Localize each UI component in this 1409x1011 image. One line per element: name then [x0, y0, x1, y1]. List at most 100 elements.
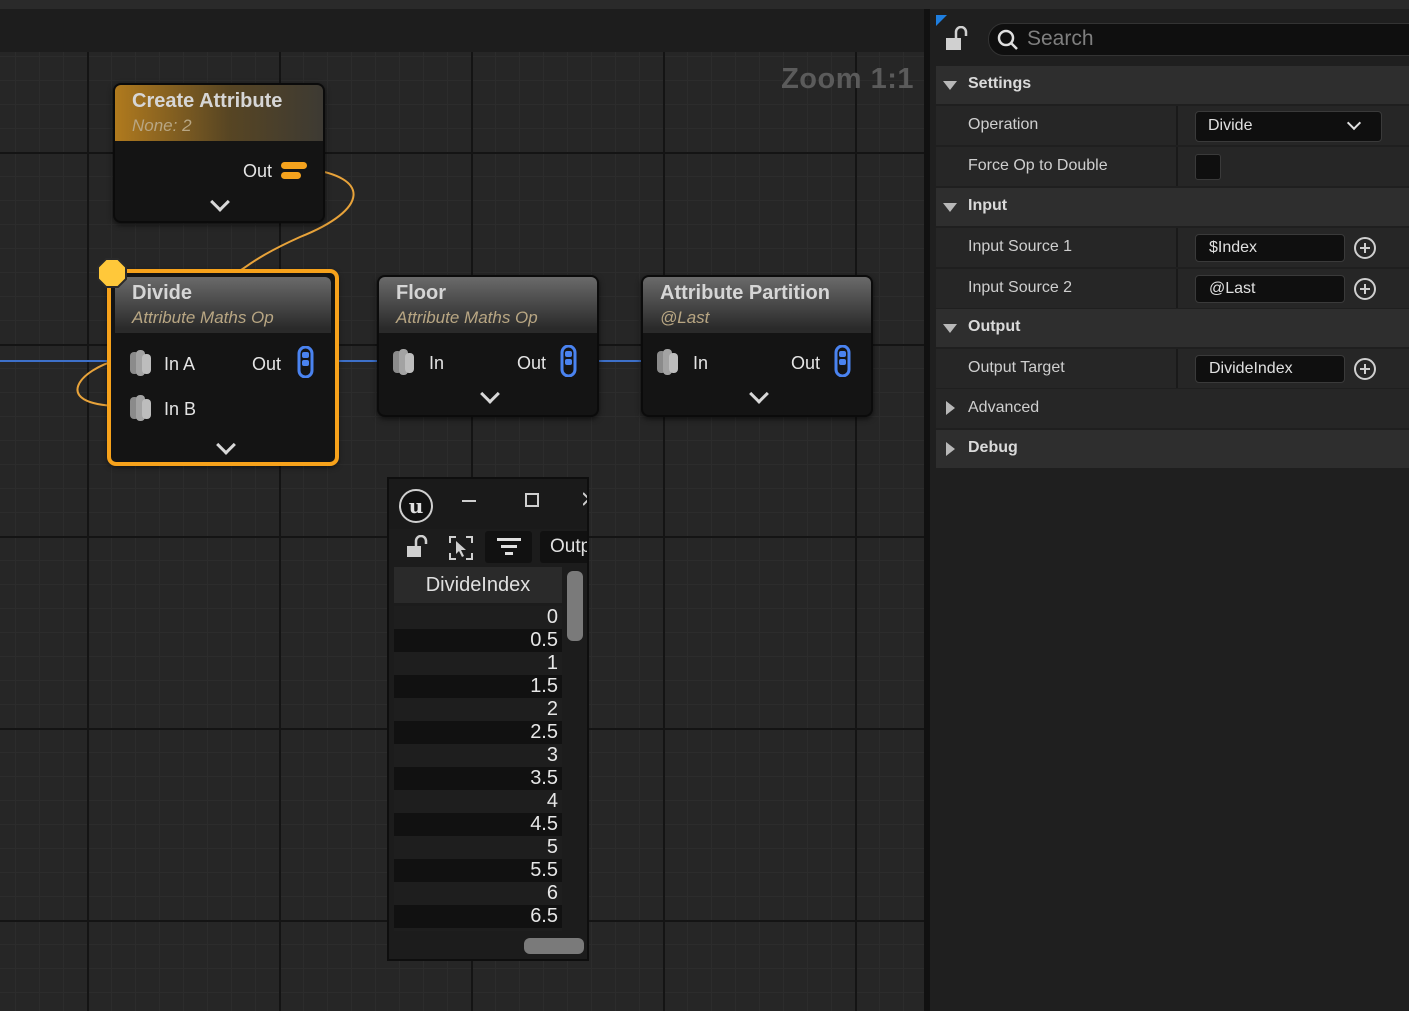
chevron-down-icon[interactable]: [480, 384, 500, 404]
node-attribute-partition[interactable]: Attribute Partition @Last In Out: [641, 275, 873, 417]
details-panel: Search Settings Operation Divide Force O…: [924, 9, 1409, 1011]
expand-arrow-icon: [946, 401, 955, 415]
chevron-down-icon[interactable]: [749, 384, 769, 404]
list-item[interactable]: 3.5: [394, 767, 562, 790]
prop-label: Input Source 2: [968, 279, 1073, 296]
panel-focus-corner: [936, 15, 947, 26]
list-item[interactable]: 5: [394, 836, 562, 859]
chevron-down-icon[interactable]: [210, 192, 230, 212]
collapse-arrow-icon: [943, 81, 957, 90]
force-op-checkbox[interactable]: [1195, 154, 1221, 180]
svg-text:u: u: [409, 494, 424, 518]
field-value: @Last: [1209, 280, 1256, 297]
horizontal-scrollbar[interactable]: [524, 938, 584, 954]
node-title: Floor: [396, 282, 446, 304]
list-item[interactable]: 2: [394, 698, 562, 721]
filter-icon: [497, 538, 521, 555]
in-a-label: In A: [164, 354, 196, 374]
in-pin-label: In: [429, 353, 445, 373]
list-item[interactable]: 0.5: [394, 629, 562, 652]
operation-dropdown[interactable]: Divide: [1195, 111, 1382, 142]
attribute-list-window[interactable]: u Outp DivideIndex 0 0.5 1 1.5 2 2.5 3 3…: [387, 477, 589, 961]
list-item[interactable]: 4: [394, 790, 562, 813]
section-debug[interactable]: Debug: [936, 430, 1409, 468]
pin-in-a-icon[interactable]: [128, 348, 158, 378]
window-titlebar[interactable]: u: [389, 479, 589, 529]
list-item[interactable]: 7: [394, 928, 562, 931]
chevron-down-icon[interactable]: [216, 435, 236, 455]
point-pin-icon[interactable]: [296, 346, 316, 378]
list-item[interactable]: 3: [394, 744, 562, 767]
prop-input-source-2: Input Source 2 @Last: [936, 269, 1409, 308]
node-divide[interactable]: Divide Attribute Maths Op In A In B Out: [108, 270, 338, 465]
collapse-arrow-icon: [943, 324, 957, 333]
list-item[interactable]: 6.5: [394, 905, 562, 928]
attribute-rows: 00.511.522.533.544.555.566.57: [394, 606, 562, 931]
maximize-icon[interactable]: [525, 493, 539, 507]
list-item[interactable]: 1.5: [394, 675, 562, 698]
list-item[interactable]: 6: [394, 882, 562, 905]
pcg-editor: Zoom 1:1 Create Attribute None: 2 Out Di…: [0, 0, 1409, 1011]
prop-operation: Operation Divide: [936, 106, 1409, 145]
input-source-2-field[interactable]: @Last: [1195, 275, 1345, 303]
point-pin-icon[interactable]: [559, 345, 579, 377]
column-divider: [1176, 106, 1178, 145]
node-title: Create Attribute: [132, 90, 283, 112]
node-subtitle: Attribute Maths Op: [132, 308, 274, 327]
pin-in-b-icon[interactable]: [128, 393, 158, 423]
list-item[interactable]: 0: [394, 606, 562, 629]
out-pin-label: Out: [252, 354, 282, 374]
add-icon[interactable]: [1354, 358, 1376, 380]
section-input[interactable]: Input: [936, 188, 1409, 226]
unlock-icon[interactable]: [405, 535, 429, 559]
minimize-icon[interactable]: [462, 500, 476, 502]
vertical-scrollbar[interactable]: [567, 571, 583, 641]
search-input[interactable]: Search: [988, 23, 1409, 56]
list-item[interactable]: 1: [394, 652, 562, 675]
column-divider: [1176, 269, 1178, 308]
filter-button[interactable]: [485, 531, 532, 563]
column-divider: [1176, 228, 1178, 267]
close-icon[interactable]: [583, 491, 589, 507]
column-divider: [1176, 349, 1178, 388]
field-value: DivideIndex: [1209, 360, 1293, 377]
select-actor-icon[interactable]: [448, 535, 474, 561]
unreal-logo-icon: u: [399, 489, 433, 523]
output-selector[interactable]: Outp: [540, 531, 587, 563]
expand-arrow-icon: [946, 442, 955, 456]
node-title: Divide: [132, 282, 193, 304]
out-pin-label: Out: [791, 353, 821, 373]
node-floor[interactable]: Floor Attribute Maths Op In Out: [377, 275, 599, 417]
pin-in-icon[interactable]: [655, 347, 685, 377]
prop-input-source-1: Input Source 1 $Index: [936, 228, 1409, 267]
node-title: Attribute Partition: [660, 282, 830, 304]
prop-label: Operation: [968, 116, 1039, 133]
add-icon[interactable]: [1354, 278, 1376, 300]
in-pin-label: In: [693, 353, 709, 373]
node-header: Attribute Partition @Last: [643, 277, 871, 333]
prop-output-target: Output Target DivideIndex: [936, 349, 1409, 388]
section-settings[interactable]: Settings: [936, 66, 1409, 104]
selection-handle-icon[interactable]: [96, 257, 128, 289]
prop-force-op-to-double: Force Op to Double: [936, 147, 1409, 186]
section-label: Settings: [968, 75, 1032, 92]
node-create-attribute[interactable]: Create Attribute None: 2 Out: [113, 83, 325, 223]
section-label: Debug: [968, 439, 1018, 456]
unlock-icon[interactable]: [944, 26, 970, 52]
section-advanced[interactable]: Advanced: [936, 389, 1409, 428]
prop-label: Output Target: [968, 359, 1065, 376]
output-target-field[interactable]: DivideIndex: [1195, 355, 1345, 383]
pin-in-icon[interactable]: [391, 347, 421, 377]
chevron-down-icon: [1346, 115, 1362, 131]
list-item[interactable]: 5.5: [394, 859, 562, 882]
list-item[interactable]: 2.5: [394, 721, 562, 744]
section-output[interactable]: Output: [936, 309, 1409, 347]
search-icon: [997, 29, 1018, 50]
node-subtitle: Attribute Maths Op: [396, 308, 538, 327]
add-icon[interactable]: [1354, 237, 1376, 259]
float-pin-icon[interactable]: [281, 161, 309, 181]
point-pin-icon[interactable]: [833, 345, 853, 377]
input-source-1-field[interactable]: $Index: [1195, 234, 1345, 262]
list-item[interactable]: 4.5: [394, 813, 562, 836]
column-header-divideindex[interactable]: DivideIndex: [394, 567, 562, 603]
